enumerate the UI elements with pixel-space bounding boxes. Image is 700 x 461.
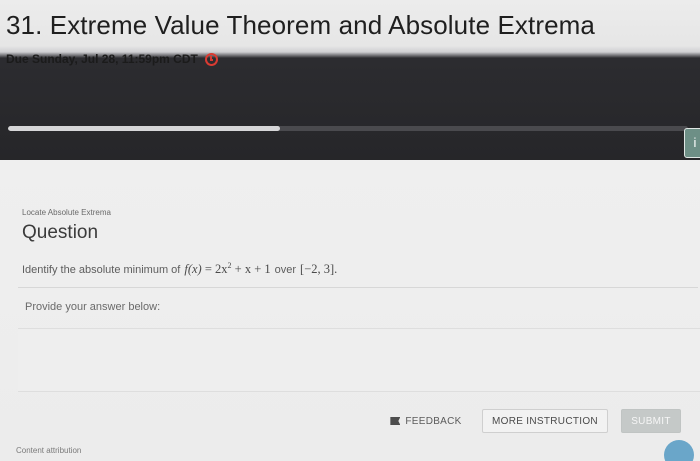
feedback-label: FEEDBACK bbox=[405, 415, 462, 427]
info-icon: i bbox=[693, 135, 697, 150]
assignment-progress-fill bbox=[8, 126, 280, 131]
function-lhs: f(x) bbox=[184, 262, 202, 277]
flag-icon bbox=[390, 417, 401, 425]
more-instruction-button[interactable]: MORE INSTRUCTION bbox=[482, 409, 608, 433]
answer-input-area[interactable] bbox=[18, 328, 700, 392]
due-date: Due Sunday, Jul 28, 11:59pm CDT bbox=[6, 50, 218, 68]
clock-icon bbox=[204, 52, 218, 66]
due-date-text: Due Sunday, Jul 28, 11:59pm CDT bbox=[6, 52, 198, 66]
interval-expression: [−2, 3]. bbox=[300, 262, 338, 277]
prompt-text: Identify the absolute minimum of bbox=[22, 264, 181, 277]
answer-label: Provide your answer below: bbox=[25, 301, 161, 313]
assignment-header: 31. Extreme Value Theorem and Absolute E… bbox=[0, 0, 700, 160]
assignment-page: 31. Extreme Value Theorem and Absolute E… bbox=[0, 0, 700, 461]
help-chat-bubble[interactable] bbox=[664, 440, 694, 461]
side-panel-toggle-button[interactable]: i bbox=[684, 128, 700, 158]
submit-button[interactable]: SUBMIT bbox=[621, 409, 681, 433]
assignment-progress-bar bbox=[8, 126, 688, 131]
question-topic: Locate Absolute Extrema bbox=[22, 208, 111, 217]
divider bbox=[18, 287, 698, 288]
question-prompt: Identify the absolute minimum of f(x) = … bbox=[22, 261, 341, 277]
prompt-over-text: over bbox=[274, 264, 297, 277]
feedback-button[interactable]: FEEDBACK bbox=[382, 409, 470, 433]
function-rhs-a: = 2x bbox=[204, 262, 228, 277]
function-expression: f(x) = 2x2 + x + 1 bbox=[184, 261, 270, 277]
function-rhs-b: + x + 1 bbox=[231, 262, 271, 277]
assignment-title: 31. Extreme Value Theorem and Absolute E… bbox=[6, 10, 595, 40]
question-heading: Question bbox=[22, 222, 99, 243]
content-attribution-link[interactable]: Content attribution bbox=[16, 446, 81, 455]
question-card: Locate Absolute Extrema Question Identif… bbox=[0, 160, 700, 461]
